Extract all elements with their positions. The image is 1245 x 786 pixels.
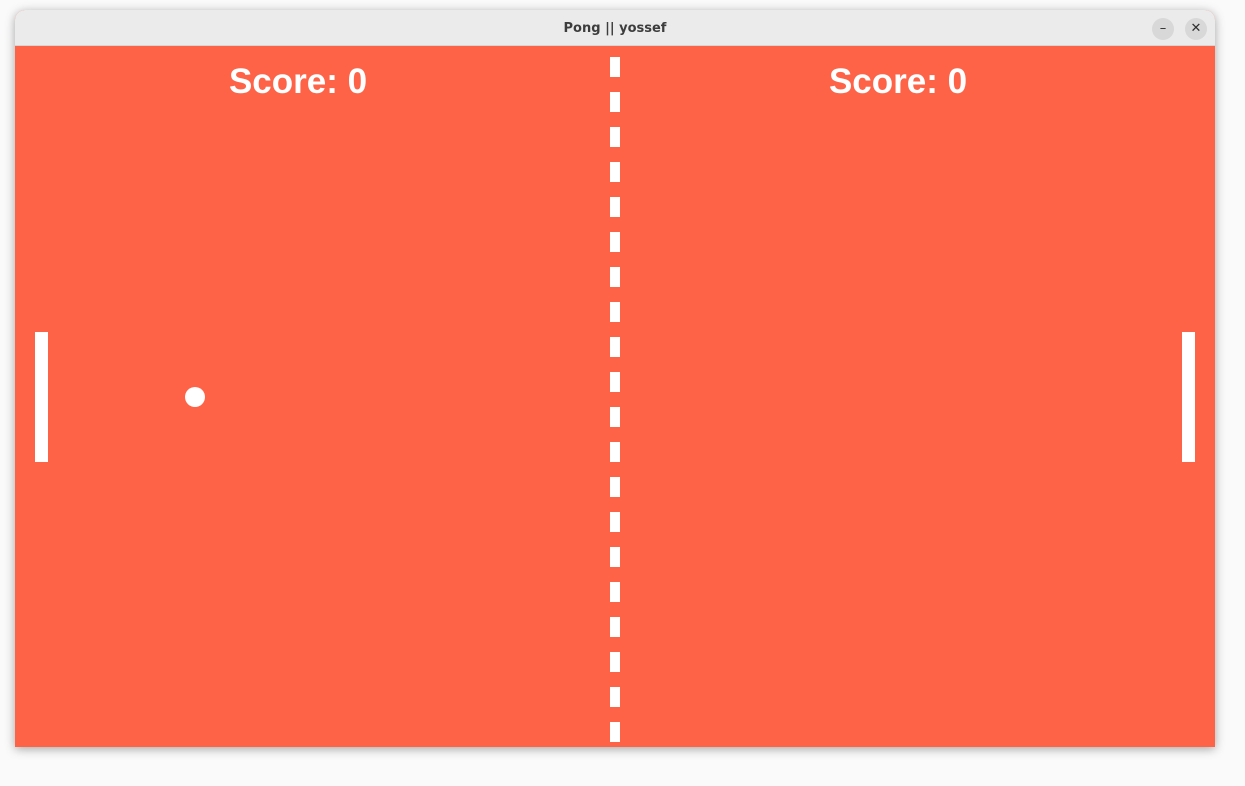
net-dash — [610, 337, 620, 357]
right-paddle — [1182, 332, 1195, 462]
close-icon: ✕ — [1190, 21, 1202, 36]
net-dash — [610, 687, 620, 707]
net-dash — [610, 232, 620, 252]
net-dash — [610, 197, 620, 217]
game-window: Pong || yossef – ✕ Score: 0 Score: 0 — [15, 10, 1215, 747]
net-dash — [610, 57, 620, 77]
close-button[interactable]: ✕ — [1185, 18, 1207, 40]
net-dash — [610, 162, 620, 182]
net-dash — [610, 512, 620, 532]
net-dash — [610, 302, 620, 322]
right-player-score: Score: 0 — [828, 62, 968, 101]
left-paddle — [35, 332, 48, 462]
center-net — [610, 57, 620, 747]
minimize-icon: – — [1159, 21, 1167, 36]
net-dash — [610, 372, 620, 392]
net-dash — [610, 617, 620, 637]
net-dash — [610, 477, 620, 497]
net-dash — [610, 722, 620, 742]
ball — [185, 387, 205, 407]
net-dash — [610, 582, 620, 602]
left-player-score: Score: 0 — [228, 62, 368, 101]
net-dash — [610, 267, 620, 287]
net-dash — [610, 547, 620, 567]
net-dash — [610, 127, 620, 147]
title-bar[interactable]: Pong || yossef – ✕ — [15, 10, 1215, 46]
net-dash — [610, 652, 620, 672]
net-dash — [610, 442, 620, 462]
net-dash — [610, 407, 620, 427]
minimize-button[interactable]: – — [1152, 18, 1174, 40]
game-canvas[interactable]: Score: 0 Score: 0 — [15, 46, 1215, 747]
window-title: Pong || yossef — [563, 21, 667, 36]
net-dash — [610, 92, 620, 112]
